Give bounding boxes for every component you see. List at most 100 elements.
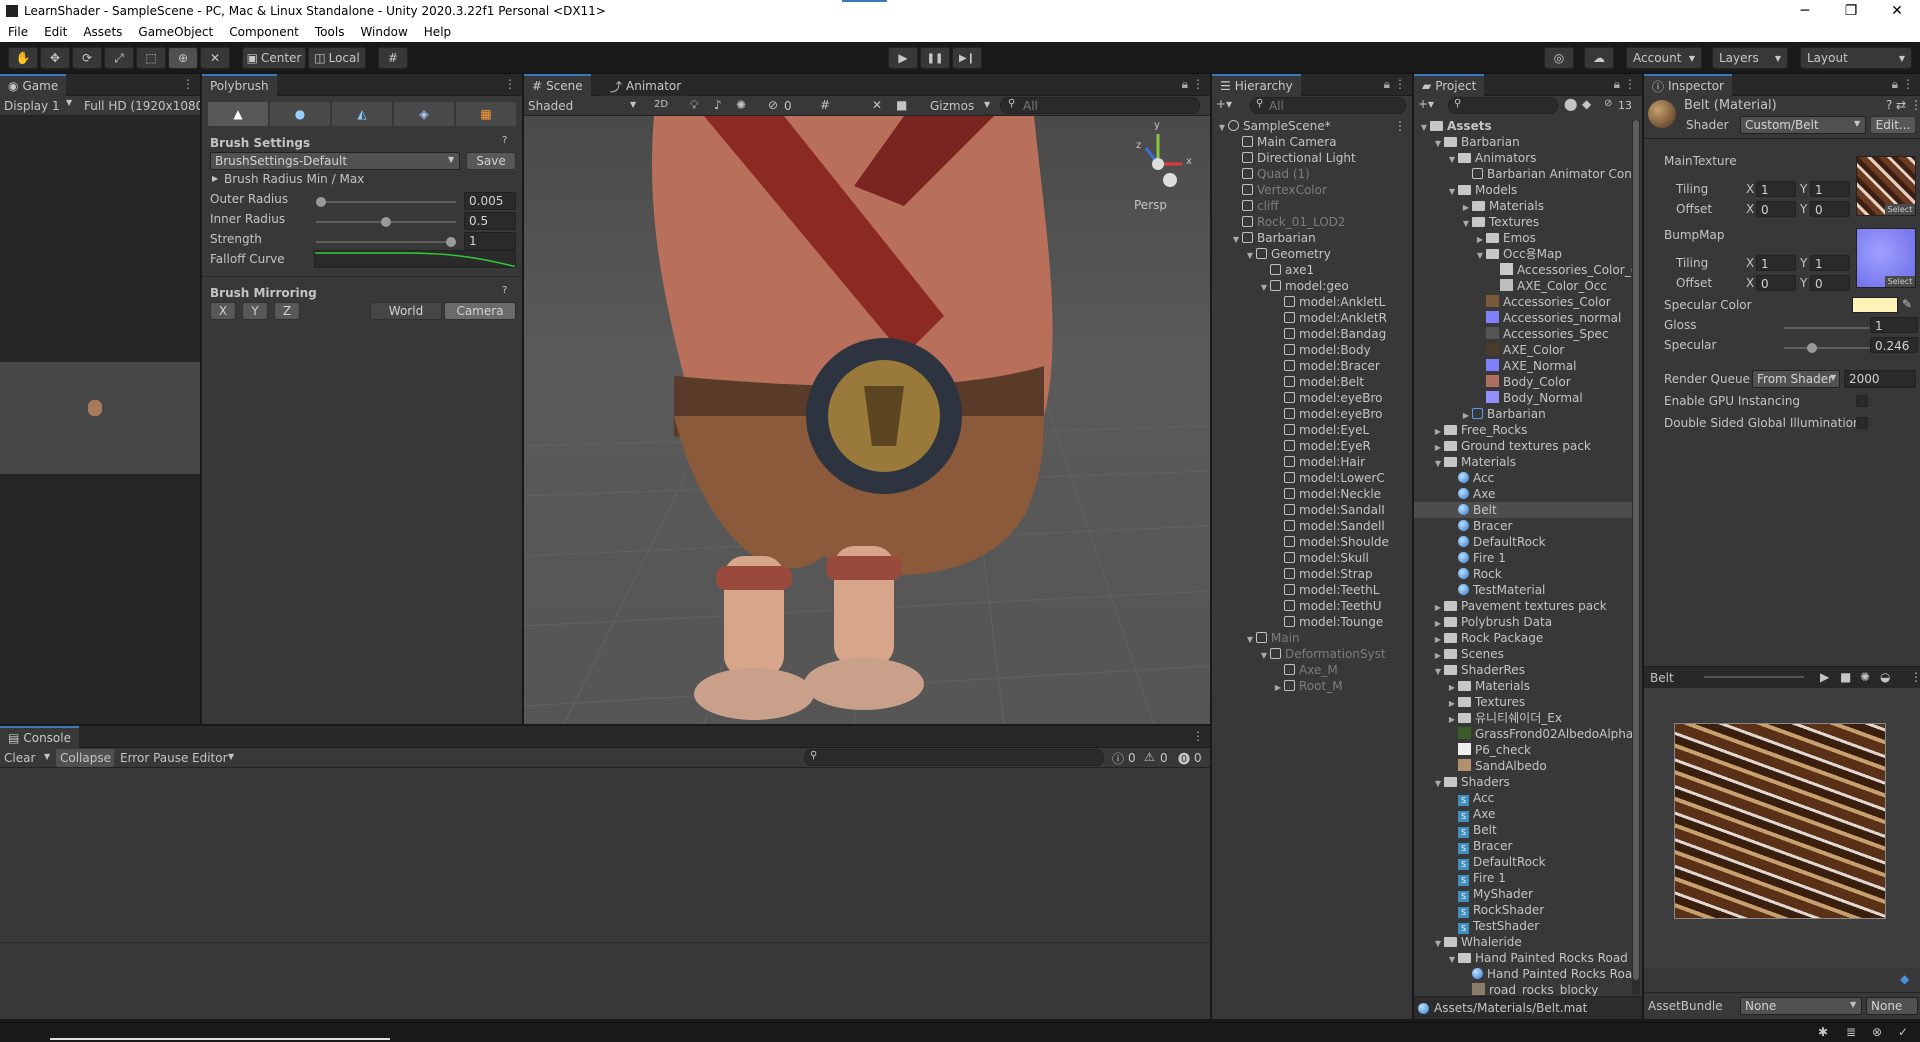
help-icon[interactable]: ?	[502, 285, 507, 296]
project-item[interactable]: Rock	[1414, 566, 1632, 582]
chevron-right-icon[interactable]: ▶	[1446, 696, 1458, 710]
project-item[interactable]: Accessories_Spec	[1414, 326, 1632, 342]
collapse-toggle[interactable]: Collapse	[56, 749, 114, 767]
eyedropper-icon[interactable]: ✎	[1902, 297, 1912, 311]
resolution-dropdown[interactable]: Full HD (1920x1080)	[84, 99, 200, 113]
bump-map-select-button[interactable]: Select	[1885, 276, 1915, 287]
log-info-icon[interactable]: ⓘ	[1112, 750, 1124, 767]
hierarchy-item[interactable]: model:TeethL	[1212, 582, 1412, 598]
tab-console[interactable]: ▤ Console	[0, 726, 79, 748]
play-button[interactable]: ▶	[888, 47, 918, 69]
orientation-gizmo[interactable]: y x z	[1130, 120, 1200, 194]
project-item[interactable]: Accessories_Color	[1414, 294, 1632, 310]
chevron-down-icon[interactable]: ▼	[44, 752, 50, 761]
project-item[interactable]: AXE_Normal	[1414, 358, 1632, 374]
settings-icon[interactable]: ⇄	[1896, 98, 1906, 112]
main-offset-x-field[interactable]: 0	[1756, 201, 1796, 217]
project-scrollbar[interactable]	[1632, 120, 1640, 994]
help-icon[interactable]: ?	[502, 135, 507, 146]
hierarchy-item[interactable]: Rock_01_LOD2	[1212, 214, 1412, 230]
inner-radius-knob[interactable]	[381, 217, 391, 227]
hierarchy-item[interactable]: ▼ SampleScene* ⋮	[1212, 118, 1412, 134]
hierarchy-item[interactable]: ▶ Root_M	[1212, 678, 1412, 694]
bump-tiling-x-field[interactable]: 1	[1756, 255, 1796, 271]
chevron-right-icon[interactable]: ▶	[1272, 680, 1284, 694]
transform-tool-button[interactable]: ⊕	[168, 47, 198, 69]
strength-knob[interactable]	[446, 237, 456, 247]
layout-dropdown[interactable]: Layout ▼	[1800, 47, 1912, 69]
hidden-packages-icon[interactable]: ⊘	[1604, 98, 1612, 109]
sculpt-mode-button[interactable]: ▲	[208, 102, 268, 126]
hierarchy-item[interactable]: ▼ Geometry	[1212, 246, 1412, 262]
scrollbar-thumb[interactable]	[1633, 120, 1639, 980]
specular-color-swatch[interactable]	[1852, 297, 1898, 313]
chevron-down-icon[interactable]: ▼	[1432, 776, 1444, 790]
chevron-down-icon[interactable]: ▼	[1418, 120, 1430, 134]
hierarchy-item[interactable]: model:eyeBro	[1212, 390, 1412, 406]
hierarchy-item[interactable]: model:Tounge	[1212, 614, 1412, 630]
chevron-down-icon[interactable]: ▼	[1432, 664, 1444, 678]
scene-viewport[interactable]: y x z Persp	[524, 116, 1210, 724]
main-texture-select-button[interactable]: Select	[1885, 204, 1915, 215]
menu-tools[interactable]: Tools	[307, 25, 353, 39]
tab-hierarchy[interactable]: ☰ Hierarchy	[1212, 74, 1301, 96]
chevron-down-icon[interactable]: ▼	[1244, 248, 1256, 262]
project-item[interactable]: Fire 1	[1414, 550, 1632, 566]
save-preset-button[interactable]: Save	[466, 152, 516, 170]
project-item[interactable]: ▼ Shaders	[1414, 774, 1632, 790]
step-button[interactable]: ▶❙	[952, 47, 982, 69]
falloff-curve-field[interactable]	[314, 250, 516, 268]
specular-field[interactable]: 0.246	[1870, 337, 1918, 353]
hierarchy-item[interactable]: model:AnkletR	[1212, 310, 1412, 326]
project-item[interactable]: ▶ Rock Package	[1414, 630, 1632, 646]
preview-sphere-icon[interactable]: ◒	[1880, 670, 1890, 684]
chevron-down-icon[interactable]: ▼	[1460, 216, 1472, 230]
camera-icon[interactable]: ■	[896, 98, 907, 112]
assetbundle-dropdown[interactable]: None	[1740, 997, 1862, 1015]
pivot-local-button[interactable]: ◫ Local	[308, 47, 366, 69]
play-icon[interactable]: ▶	[1820, 670, 1829, 684]
add-icon[interactable]: +▾	[1216, 97, 1232, 111]
gizmos-dropdown[interactable]: Gizmos	[930, 99, 974, 113]
scene-search-input[interactable]: All	[1000, 97, 1200, 114]
chevron-down-icon[interactable]: ▼	[1432, 136, 1444, 150]
kebab-menu-icon[interactable]: ⋮	[1910, 670, 1920, 684]
hierarchy-item[interactable]: model:AnkletL	[1212, 294, 1412, 310]
project-item[interactable]: GrassFrond02AlbedoAlpha	[1414, 726, 1632, 742]
mirror-world-button[interactable]: World	[370, 302, 442, 320]
chevron-right-icon[interactable]: ▶	[1460, 408, 1472, 422]
strength-slider[interactable]	[316, 237, 456, 247]
tab-project[interactable]: ▰ Project	[1414, 74, 1485, 96]
minimize-button[interactable]: ─	[1782, 3, 1828, 19]
game-viewport[interactable]	[0, 362, 200, 474]
outer-radius-field[interactable]: 0.005	[464, 192, 516, 210]
display-dropdown[interactable]: Display 1	[4, 99, 60, 113]
chevron-down-icon[interactable]: ▼	[1258, 648, 1270, 662]
project-item[interactable]: Bracer	[1414, 518, 1632, 534]
project-item[interactable]: ▼ ShaderRes	[1414, 662, 1632, 678]
hierarchy-search-input[interactable]: All	[1250, 97, 1406, 114]
kebab-menu-icon[interactable]: ⋮	[1394, 77, 1406, 91]
lock-icon[interactable]: 🔒︎	[1384, 77, 1390, 92]
project-item[interactable]: S Bracer	[1414, 838, 1632, 854]
error-pause-toggle[interactable]: Error Pause	[120, 751, 188, 765]
hierarchy-item[interactable]: ▼ Barbarian	[1212, 230, 1412, 246]
outer-radius-slider[interactable]	[316, 197, 456, 207]
mirror-camera-button[interactable]: Camera	[444, 302, 516, 320]
chevron-right-icon[interactable]: ▶	[1460, 200, 1472, 214]
hierarchy-item[interactable]: ▼ DeformationSyst	[1212, 646, 1412, 662]
rotate-tool-button[interactable]: ⟳	[72, 47, 102, 69]
hierarchy-item[interactable]: model:Skull	[1212, 550, 1412, 566]
hierarchy-item[interactable]: cliff	[1212, 198, 1412, 214]
mirror-z-toggle[interactable]: Z	[274, 302, 300, 320]
bump-map-slot[interactable]: Select	[1856, 228, 1916, 288]
project-item[interactable]: S MyShader	[1414, 886, 1632, 902]
main-texture-slot[interactable]: Select	[1856, 156, 1916, 216]
hierarchy-item[interactable]: model:Bandag	[1212, 326, 1412, 342]
chevron-down-icon[interactable]: ▼	[1474, 248, 1486, 262]
project-item[interactable]: S TestShader	[1414, 918, 1632, 934]
project-item[interactable]: ▼ Whaleride	[1414, 934, 1632, 950]
tab-animator[interactable]: ⤴ Animator	[602, 74, 690, 96]
chevron-down-icon[interactable]: ▼	[1244, 632, 1256, 646]
outer-radius-knob[interactable]	[316, 197, 326, 207]
